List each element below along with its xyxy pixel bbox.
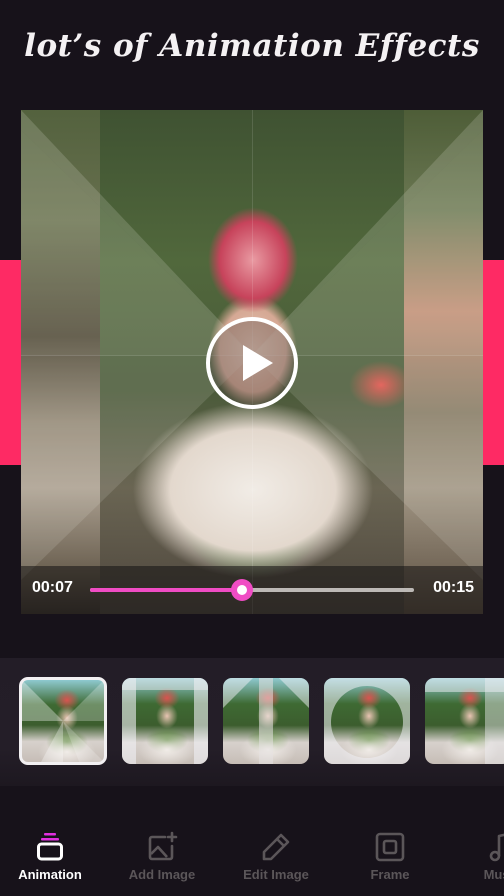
seek-bar-progress [90, 588, 243, 592]
nav-item-edit-image[interactable]: Edit Image [226, 826, 326, 896]
nav-item-frame[interactable]: Frame [340, 826, 440, 896]
effect-preview-pinwheel [22, 680, 104, 762]
effect-preview-curtain [122, 678, 208, 764]
bottom-navigation: Animation Add Image Edit Image Frame Mus… [0, 826, 504, 896]
nav-label: Add Image [128, 867, 196, 882]
effect-thumbnail-list [19, 677, 504, 766]
effect-thumbnail[interactable] [223, 678, 309, 764]
effect-thumbnail[interactable] [122, 678, 208, 764]
headline-title: lot’s of Animation Effects [24, 28, 480, 64]
nav-label: Edit Image [243, 867, 309, 882]
frame-icon [375, 832, 405, 862]
nav-label: Animation [18, 867, 82, 882]
seek-bar[interactable] [90, 579, 414, 601]
effect-preview-zoom [425, 678, 504, 764]
nav-item-music[interactable]: Music [452, 826, 504, 896]
layers-icon [37, 833, 63, 861]
add-image-icon [148, 831, 178, 861]
nav-label: Music [483, 867, 504, 882]
total-time: 00:15 [433, 579, 474, 596]
music-note-icon [489, 833, 504, 862]
seek-bar-handle[interactable] [231, 579, 254, 601]
effect-thumbnail[interactable] [324, 678, 410, 764]
current-time: 00:07 [32, 579, 73, 596]
accent-bar-right [483, 260, 504, 465]
effect-preview-split [223, 678, 309, 764]
video-preview[interactable]: 00:07 00:15 [21, 110, 483, 614]
playback-controls: 00:07 00:15 [21, 566, 483, 614]
nav-item-animation[interactable]: Animation [0, 826, 100, 896]
nav-label: Frame [370, 867, 410, 882]
effect-thumbnail[interactable] [425, 678, 504, 764]
effect-thumbnail[interactable] [19, 677, 107, 765]
play-icon [243, 345, 273, 381]
animation-effects-panel [0, 658, 504, 786]
blur-strip-right [404, 110, 483, 614]
pencil-icon [262, 833, 290, 861]
accent-bar-left [0, 260, 21, 465]
nav-item-add-image[interactable]: Add Image [112, 826, 212, 896]
blur-strip-left [21, 110, 100, 614]
effect-preview-circle [324, 678, 410, 764]
play-button[interactable] [206, 317, 298, 409]
